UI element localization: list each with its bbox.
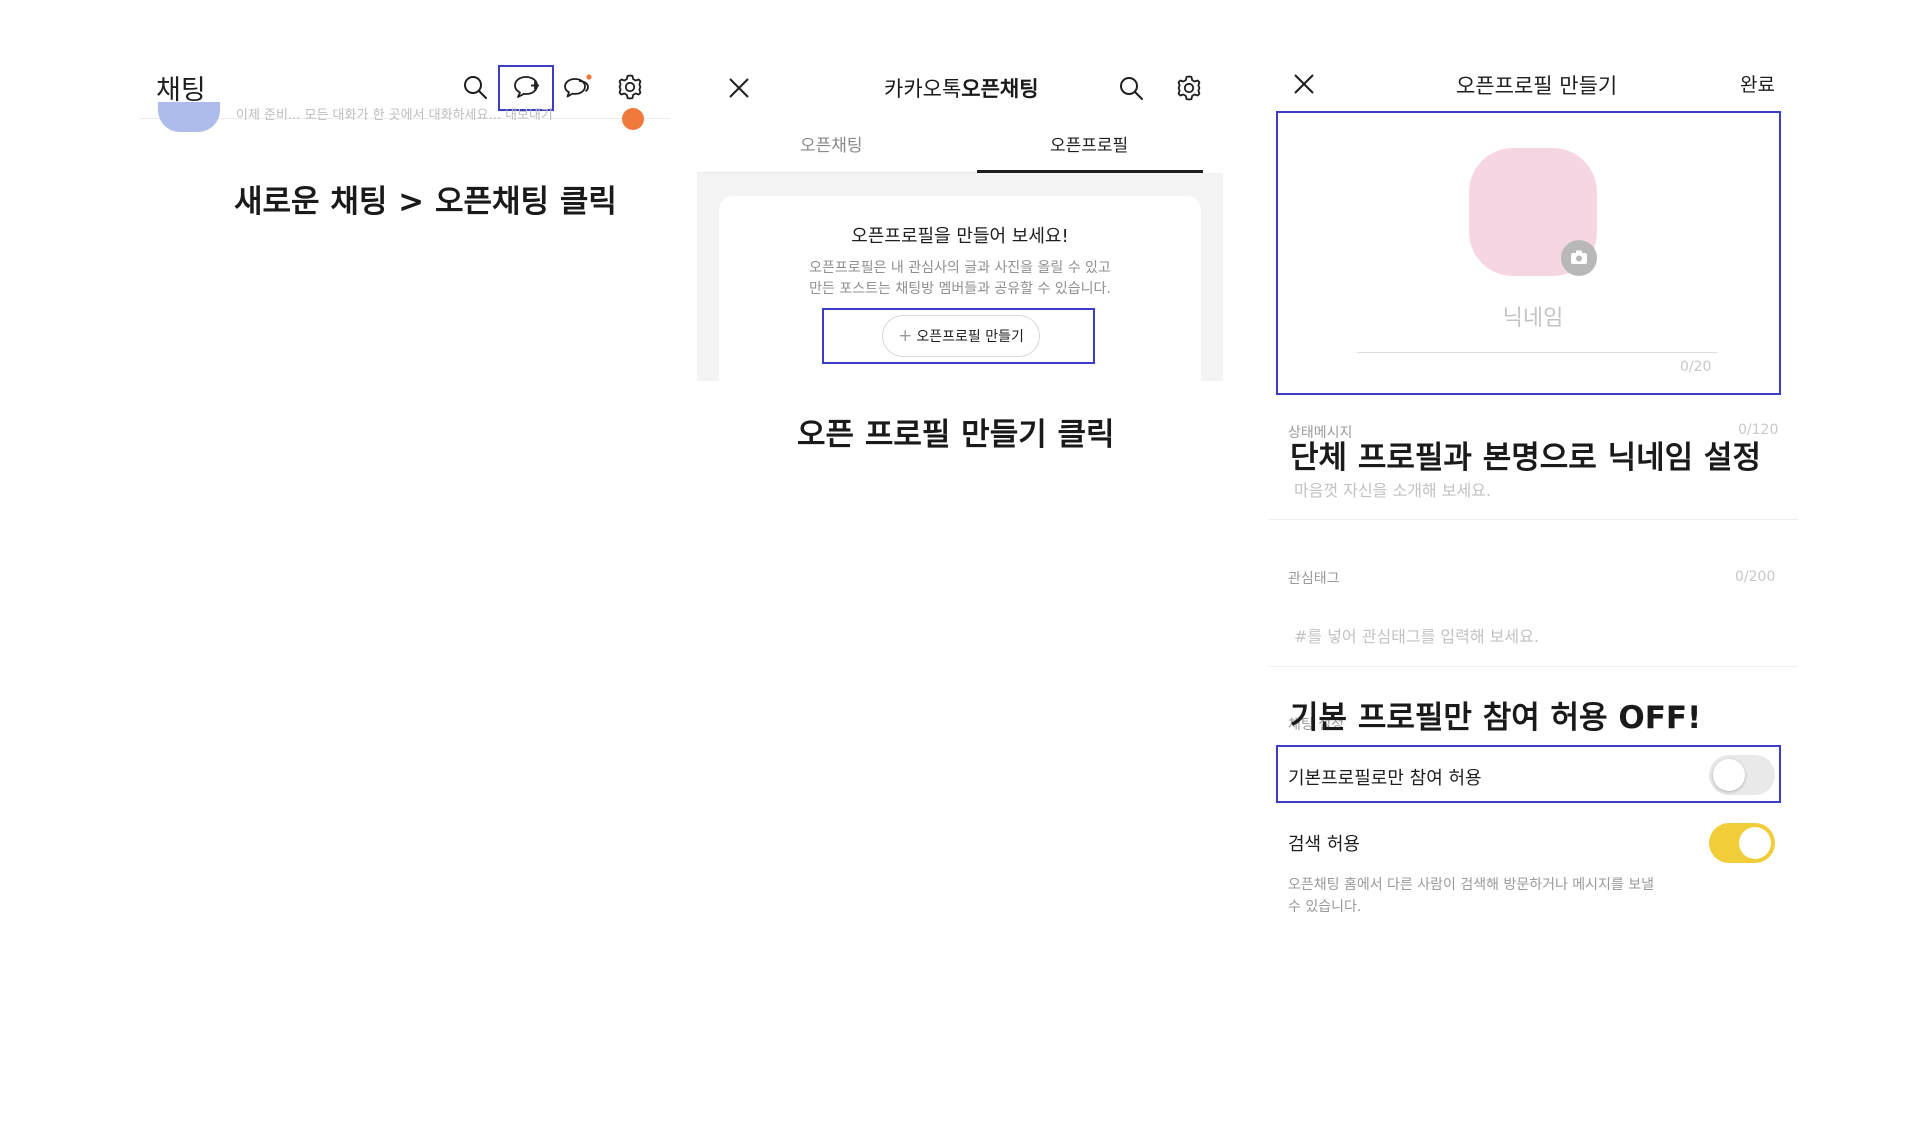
title-openchat: 오픈채팅 (961, 77, 1039, 101)
card-desc-line2: 만든 포스트는 채팅방 멤버들과 공유할 수 있습니다. (809, 281, 1111, 297)
card-title: 오픈프로필을 만들어 보세요! (851, 226, 1069, 247)
toggle-knob (1739, 827, 1771, 859)
create-profile-title: 오픈프로필 만들기 (1456, 74, 1618, 98)
tags-label: 관심태그 (1288, 571, 1340, 587)
nickname-underline (1357, 352, 1717, 353)
unread-badge (622, 108, 644, 130)
nickname-counter: 0/20 (1680, 359, 1712, 375)
title-kakaotalk: 카카오톡 (884, 77, 962, 101)
allow-search-toggle[interactable] (1709, 823, 1775, 863)
toggle-knob (1713, 759, 1745, 791)
close-icon[interactable] (1292, 72, 1316, 96)
allow-search-label: 검색 허용 (1288, 834, 1360, 855)
chatroom-avatar (158, 102, 220, 132)
basic-profile-only-label: 기본프로필로만 참여 허용 (1288, 768, 1482, 789)
tags-counter: 0/200 (1735, 569, 1776, 585)
step3-caption-nickname: 단체 프로필과 본명으로 닉네임 설정 (1290, 440, 1761, 476)
card-description: 오픈프로필은 내 관심사의 글과 사진을 올릴 수 있고 만든 포스트는 채팅방… (719, 258, 1201, 300)
search-description: 오픈채팅 홈에서 다른 사람이 검색해 방문하거나 메시지를 보낼 수 있습니다… (1288, 874, 1708, 918)
done-button[interactable]: 완료 (1740, 70, 1775, 97)
open-chat-page-title: 카카오톡오픈채팅 (884, 73, 1039, 103)
open-chat-icon[interactable] (563, 73, 593, 101)
chatroom-preview-text: 이제 준비... 모든 대화가 한 곳에서 대화하세요... 내보내기 (236, 108, 553, 123)
close-icon[interactable] (727, 76, 751, 100)
nickname-input[interactable]: 닉네임 (1470, 300, 1596, 332)
camera-icon[interactable] (1561, 240, 1597, 276)
step3-caption-toggle: 기본 프로필만 참여 허용 OFF! (1290, 700, 1702, 736)
step2-caption: 오픈 프로필 만들기 클릭 (797, 417, 1115, 453)
tab-openprofile[interactable]: 오픈프로필 (1050, 131, 1128, 156)
step1-caption: 새로운 채팅 > 오픈채팅 클릭 (234, 184, 617, 220)
search-desc-line2: 수 있습니다. (1288, 899, 1362, 915)
search-icon[interactable] (462, 74, 488, 100)
search-icon[interactable] (1118, 75, 1144, 101)
gear-icon[interactable] (1175, 74, 1203, 102)
section-divider (1268, 666, 1798, 667)
tab-openchat[interactable]: 오픈채팅 (800, 131, 863, 156)
new-chat-icon[interactable] (513, 74, 541, 100)
plus-icon: + (898, 326, 913, 346)
basic-profile-only-toggle[interactable] (1709, 755, 1775, 795)
create-openprofile-button[interactable]: + 오픈프로필 만들기 (882, 315, 1040, 357)
card-desc-line1: 오픈프로필은 내 관심사의 글과 사진을 올릴 수 있고 (809, 260, 1111, 276)
create-button-label: 오픈프로필 만들기 (916, 329, 1024, 345)
gear-icon[interactable] (616, 73, 644, 101)
status-input[interactable]: 마음껏 자신을 소개해 보세요. (1294, 477, 1491, 501)
search-desc-line1: 오픈채팅 홈에서 다른 사람이 검색해 방문하거나 메시지를 보낼 (1288, 877, 1655, 893)
section-divider (1268, 519, 1798, 520)
tags-input[interactable]: #를 넣어 관심태그를 입력해 보세요. (1294, 623, 1539, 647)
